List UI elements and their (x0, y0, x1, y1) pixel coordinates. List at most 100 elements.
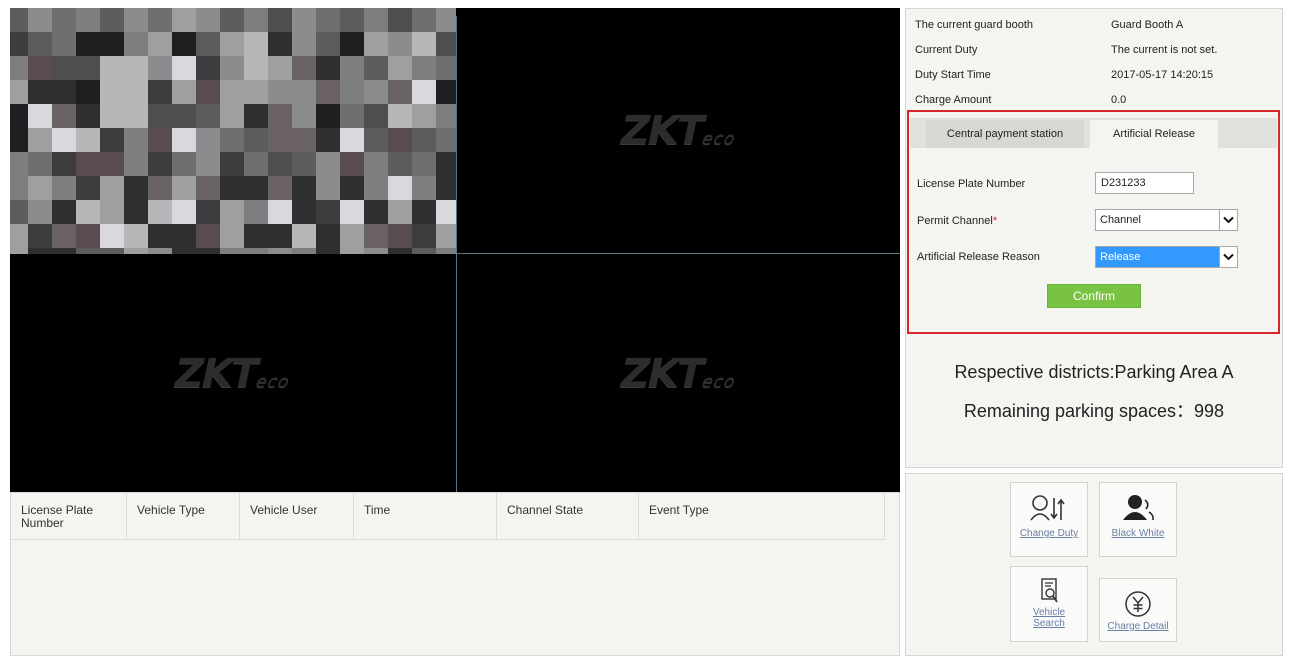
feed-pixel-block (10, 32, 28, 56)
feed-pixel-block (412, 80, 436, 104)
feed-pixel-block (292, 8, 316, 32)
feed-pixel-block (316, 152, 340, 176)
charge-detail-button[interactable]: Charge Detail (1099, 578, 1177, 642)
feed-pixel-block (436, 80, 456, 104)
duty-start-time-value: 2017-05-17 14:20:15 (1111, 69, 1214, 81)
charge-amount-label: Charge Amount (915, 94, 992, 106)
column-header-vehicle-user[interactable]: Vehicle User (240, 493, 354, 539)
feed-pixel-block (76, 56, 100, 80)
column-header-time[interactable]: Time (354, 493, 497, 539)
feed-pixel-block (244, 224, 268, 248)
video-channel-2[interactable]: ZKTeco (457, 8, 900, 254)
feed-pixel-block (316, 248, 340, 254)
video-divider-horizontal (456, 253, 900, 254)
feed-pixel-block (124, 8, 148, 32)
column-header-channel-state[interactable]: Channel State (497, 493, 639, 539)
feed-pixel-block (196, 104, 220, 128)
feed-pixel-block (244, 104, 268, 128)
feed-pixel-block (172, 56, 196, 80)
feed-pixel-block (148, 8, 172, 32)
feed-pixel-block (100, 176, 124, 200)
feed-pixel-block (412, 128, 436, 152)
artificial-release-highlight-frame (907, 110, 1280, 334)
vehicle-search-label-line2: Search (1033, 618, 1065, 629)
feed-pixel-block (100, 8, 124, 32)
feed-pixel-block (76, 248, 100, 254)
black-white-label: Black White (1111, 528, 1165, 539)
feed-pixel-block (316, 104, 340, 128)
feed-pixel-block (292, 32, 316, 56)
column-header-event-type[interactable]: Event Type (639, 493, 885, 539)
feed-pixel-block (268, 224, 292, 248)
feed-pixel-block (100, 32, 124, 56)
feed-pixel-block (52, 200, 76, 224)
feed-pixel-block (148, 128, 172, 152)
feed-pixel-block (10, 80, 28, 104)
current-duty-label: Current Duty (915, 44, 978, 56)
video-channel-3[interactable]: ZKTeco (10, 255, 456, 492)
feed-pixel-block (316, 8, 340, 32)
feed-pixel-block (172, 32, 196, 56)
feed-pixel-block (10, 224, 28, 248)
feed-pixel-block (436, 8, 456, 32)
change-duty-button[interactable]: Change Duty (1010, 482, 1088, 557)
feed-pixel-block (340, 224, 364, 248)
zkteco-watermark: ZKTeco (615, 108, 738, 154)
feed-pixel-block (436, 104, 456, 128)
remaining-spaces-text: Remaining parking spaces：998 (963, 401, 1225, 421)
feed-pixel-block (52, 128, 76, 152)
feed-pixel-block (388, 248, 412, 254)
feed-pixel-block (196, 32, 220, 56)
feed-pixel-block (364, 176, 388, 200)
feed-pixel-block (196, 8, 220, 32)
vehicle-search-button[interactable]: Vehicle Search (1010, 566, 1088, 642)
feed-pixel-block (268, 152, 292, 176)
video-channel-4[interactable]: ZKTeco (457, 255, 900, 492)
feed-pixel-block (364, 224, 388, 248)
feed-pixel-block (10, 56, 28, 80)
feed-pixel-block (220, 104, 244, 128)
feed-pixel-block (268, 56, 292, 80)
vehicle-search-icon (1041, 578, 1058, 603)
feed-pixel-block (28, 176, 52, 200)
feed-pixel-block (292, 56, 316, 80)
feed-pixel-block (100, 56, 124, 80)
zkteco-watermark: ZKTeco (169, 350, 292, 397)
feed-pixel-block (436, 152, 456, 176)
feed-pixel-block (76, 200, 100, 224)
feed-pixel-block (100, 200, 124, 224)
feed-pixel-block (220, 176, 244, 200)
feed-pixel-block (76, 32, 100, 56)
change-duty-icon (1030, 495, 1065, 521)
feed-pixel-block (364, 128, 388, 152)
feed-pixel-block (148, 200, 172, 224)
feed-pixel-block (244, 32, 268, 56)
video-channel-1[interactable] (10, 8, 456, 254)
column-header-vehicle-type[interactable]: Vehicle Type (127, 493, 240, 539)
column-header-license-plate[interactable]: License Plate Number (11, 493, 127, 539)
zkteco-watermark: ZKTeco (615, 350, 738, 397)
feed-pixel-block (220, 224, 244, 248)
feed-pixel-block (196, 176, 220, 200)
guard-booth-label: The current guard booth (915, 19, 1034, 31)
feed-pixel-block (412, 176, 436, 200)
feed-pixel-block (316, 128, 340, 152)
feed-pixel-block (364, 104, 388, 128)
feed-pixel-block (28, 128, 52, 152)
black-white-list-button[interactable]: Black White (1099, 482, 1177, 557)
video-divider-vertical (456, 16, 457, 492)
feed-pixel-block (436, 176, 456, 200)
feed-pixel-block (220, 80, 244, 104)
feed-pixel-block (148, 224, 172, 248)
feed-pixel-block (220, 152, 244, 176)
feed-pixel-block (220, 128, 244, 152)
feed-pixel-block (220, 200, 244, 224)
feed-pixel-block (316, 176, 340, 200)
feed-pixel-block (268, 8, 292, 32)
feed-pixel-block (100, 128, 124, 152)
feed-pixel-block (172, 8, 196, 32)
charge-amount-value: 0.0 (1111, 94, 1127, 106)
duty-start-time-label: Duty Start Time (915, 69, 991, 81)
feed-pixel-block (100, 248, 124, 254)
feed-pixel-block (100, 152, 124, 176)
